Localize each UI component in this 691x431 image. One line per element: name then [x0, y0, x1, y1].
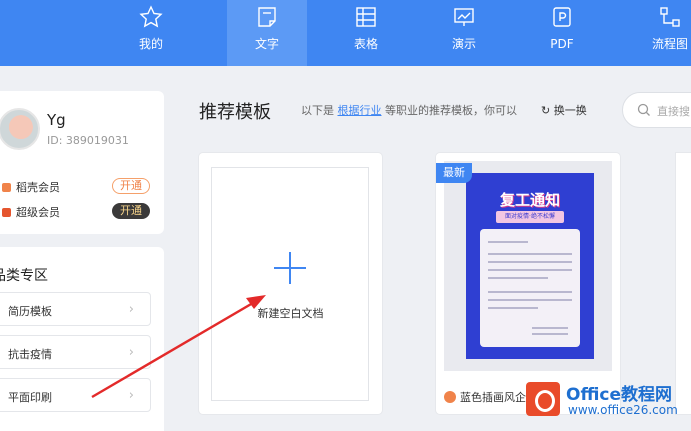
refresh-label: 换一换	[553, 104, 587, 117]
refresh-button[interactable]: ↻ 换一换	[541, 102, 587, 118]
category-item-print[interactable]: 平面印刷 ›	[0, 378, 151, 412]
category-panel: 品类专区 简历模板 › 抗击疫情 › 平面印刷 ›	[0, 247, 164, 431]
category-label: 平面印刷	[8, 391, 52, 404]
tab-label: 流程图	[651, 37, 688, 51]
template-name-text: 蓝色插画风企	[460, 391, 526, 404]
tab-flowchart[interactable]: 流程图	[630, 0, 691, 66]
new-blank-document-card[interactable]: 新建空白文档	[199, 153, 382, 414]
presentation-icon	[454, 8, 474, 26]
membership-label: 超级会员	[16, 206, 60, 219]
category-label: 抗击疫情	[8, 348, 52, 361]
open-daoke-button[interactable]: 开通	[112, 178, 150, 194]
poster-notice	[480, 229, 580, 347]
chevron-right-icon: ›	[128, 302, 134, 317]
poster-title: 复工通知	[499, 191, 560, 209]
search-placeholder: 直接搜	[657, 105, 690, 118]
chevron-right-icon: ›	[128, 388, 134, 403]
star-icon	[139, 5, 163, 28]
user-id: ID: 389019031	[47, 134, 129, 147]
refresh-icon: ↻	[541, 104, 551, 117]
tab-mine[interactable]: 我的	[111, 0, 191, 66]
office-logo-icon	[526, 382, 560, 416]
tab-label: 表格	[353, 37, 378, 51]
user-name: Yg	[47, 111, 66, 129]
template-card[interactable]: 复工通知 面对疫情·绝不松懈 最新 蓝色插画风企	[436, 153, 620, 414]
page-title: 推荐模板	[199, 102, 271, 123]
new-badge: 最新	[436, 163, 472, 183]
category-item-epidemic[interactable]: 抗击疫情 ›	[0, 335, 151, 369]
table-icon	[356, 7, 376, 27]
watermark-logo: Office教程网 www.office26.com	[526, 378, 691, 422]
flowchart-icon	[660, 7, 680, 27]
membership-label: 稻壳会员	[16, 181, 60, 194]
tab-text[interactable]: 文字	[227, 0, 307, 66]
search-icon	[637, 103, 650, 116]
tab-label: 演示	[451, 37, 476, 51]
super-member-icon	[2, 208, 11, 217]
tab-label: 文字	[254, 37, 279, 51]
template-name: 蓝色插画风企	[444, 389, 526, 405]
tab-spreadsheet[interactable]: 表格	[326, 0, 406, 66]
watermark-url: www.office26.com	[568, 403, 678, 417]
category-title: 品类专区	[0, 268, 48, 284]
plus-icon	[274, 252, 306, 284]
hint-suffix: 等职业的推荐模板，你可以	[385, 104, 517, 117]
open-super-button[interactable]: 开通	[112, 203, 150, 219]
watermark-title: Office教程网	[566, 385, 673, 405]
search-input[interactable]: 直接搜	[622, 92, 691, 128]
daoke-icon	[444, 391, 456, 403]
category-item-resume[interactable]: 简历模板 ›	[0, 292, 151, 326]
new-doc-label: 新建空白文档	[257, 307, 324, 320]
membership-row: 超级会员	[2, 204, 60, 220]
tab-label: PDF	[550, 37, 574, 51]
tab-label: 我的	[138, 37, 163, 51]
avatar[interactable]	[0, 108, 40, 150]
poster-preview: 复工通知 面对疫情·绝不松懈	[466, 173, 594, 359]
recommend-hint: 以下是 根据行业 等职业的推荐模板，你可以	[301, 102, 517, 118]
chevron-right-icon: ›	[128, 345, 134, 360]
category-label: 简历模板	[8, 305, 52, 318]
poster-subtitle: 面对疫情·绝不松懈	[496, 211, 564, 223]
membership-row: 稻壳会员	[2, 179, 60, 195]
template-thumbnail: 复工通知 面对疫情·绝不松懈	[444, 161, 612, 371]
daoke-member-icon	[2, 183, 11, 192]
pdf-icon	[553, 7, 571, 27]
template-card-partial[interactable]	[676, 153, 691, 414]
tab-pdf[interactable]: PDF	[522, 0, 602, 66]
industry-link[interactable]: 根据行业	[338, 104, 382, 117]
hint-prefix: 以下是	[301, 104, 334, 117]
tab-presentation[interactable]: 演示	[424, 0, 504, 66]
profile-card: Yg ID: 389019031 稻壳会员 开通 超级会员 开通	[0, 91, 164, 234]
document-icon	[258, 7, 276, 27]
top-nav: 我的 文字 表格 演示 PDF 流程图	[0, 0, 691, 66]
